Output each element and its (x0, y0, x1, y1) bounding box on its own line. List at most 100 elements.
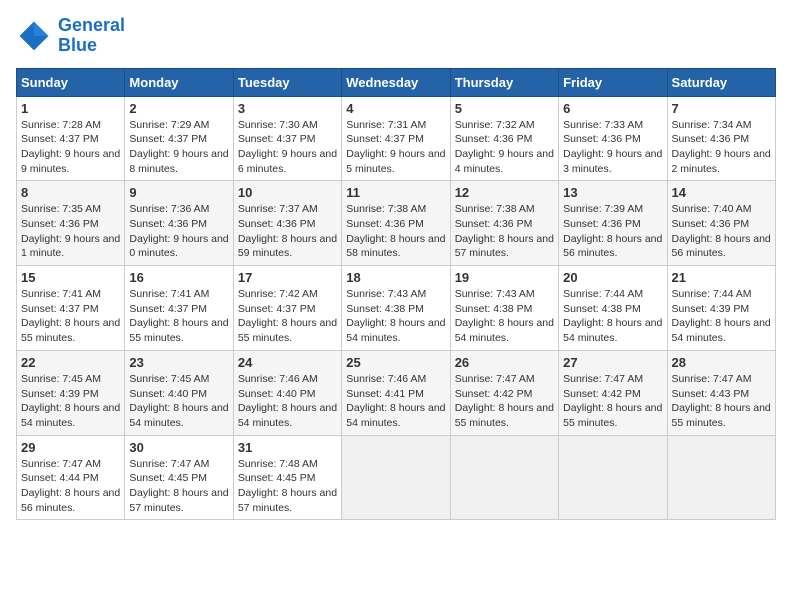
day-info: Sunrise: 7:47 AM Sunset: 4:42 PM Dayligh… (455, 372, 554, 431)
day-info: Sunrise: 7:47 AM Sunset: 4:45 PM Dayligh… (129, 457, 228, 516)
calendar-day-cell: 28Sunrise: 7:47 AM Sunset: 4:43 PM Dayli… (667, 350, 775, 435)
weekday-header: Saturday (667, 68, 775, 96)
calendar-day-cell: 12 Sunrise: 7:38 AM Sunset: 4:36 PM Dayli… (450, 181, 558, 266)
day-number: 7 (672, 101, 771, 116)
calendar-day-cell: 27 Sunrise: 7:47 AM Sunset: 4:42 PM Dayli… (559, 350, 667, 435)
day-number: 15 (21, 270, 120, 285)
day-info: Sunrise: 7:35 AM Sunset: 4:36 PM Dayligh… (21, 202, 120, 261)
day-info: Sunrise: 7:47 AM Sunset: 4:44 PM Dayligh… (21, 457, 120, 516)
calendar-day-cell: 14 Sunrise: 7:40 AM Sunset: 4:36 PM Dayli… (667, 181, 775, 266)
calendar-day-cell: 15 Sunrise: 7:41 AM Sunset: 4:37 PM Dayli… (17, 266, 125, 351)
weekday-header: Monday (125, 68, 233, 96)
calendar-week-row: 1Sunrise: 7:28 AM Sunset: 4:37 PM Daylig… (17, 96, 776, 181)
logo-text: General Blue (58, 16, 125, 56)
day-info: Sunrise: 7:43 AM Sunset: 4:38 PM Dayligh… (455, 287, 554, 346)
day-number: 24 (238, 355, 337, 370)
day-number: 18 (346, 270, 445, 285)
day-info: Sunrise: 7:44 AM Sunset: 4:38 PM Dayligh… (563, 287, 662, 346)
day-number: 22 (21, 355, 120, 370)
day-number: 10 (238, 185, 337, 200)
calendar-day-cell: 19 Sunrise: 7:43 AM Sunset: 4:38 PM Dayli… (450, 266, 558, 351)
day-number: 16 (129, 270, 228, 285)
calendar-day-cell: 21 Sunrise: 7:44 AM Sunset: 4:39 PM Dayli… (667, 266, 775, 351)
day-info: Sunrise: 7:31 AM Sunset: 4:37 PM Dayligh… (346, 118, 445, 177)
calendar-day-cell: 8 Sunrise: 7:35 AM Sunset: 4:36 PM Daylig… (17, 181, 125, 266)
calendar-day-cell: 9 Sunrise: 7:36 AM Sunset: 4:36 PM Daylig… (125, 181, 233, 266)
calendar-day-cell: 30 Sunrise: 7:47 AM Sunset: 4:45 PM Dayli… (125, 435, 233, 520)
weekday-header: Friday (559, 68, 667, 96)
day-number: 6 (563, 101, 662, 116)
day-number: 31 (238, 440, 337, 455)
day-number: 13 (563, 185, 662, 200)
day-number: 17 (238, 270, 337, 285)
day-info: Sunrise: 7:40 AM Sunset: 4:36 PM Dayligh… (672, 202, 771, 261)
calendar-day-cell: 26 Sunrise: 7:47 AM Sunset: 4:42 PM Dayli… (450, 350, 558, 435)
calendar-day-cell: 13 Sunrise: 7:39 AM Sunset: 4:36 PM Dayli… (559, 181, 667, 266)
day-number: 8 (21, 185, 120, 200)
day-info: Sunrise: 7:43 AM Sunset: 4:38 PM Dayligh… (346, 287, 445, 346)
day-number: 4 (346, 101, 445, 116)
day-number: 11 (346, 185, 445, 200)
calendar-day-cell: 7 Sunrise: 7:34 AM Sunset: 4:36 PM Daylig… (667, 96, 775, 181)
calendar-day-cell: 5 Sunrise: 7:32 AM Sunset: 4:36 PM Daylig… (450, 96, 558, 181)
page-header: General Blue (16, 16, 776, 56)
day-info: Sunrise: 7:38 AM Sunset: 4:36 PM Dayligh… (455, 202, 554, 261)
calendar-day-cell: 25 Sunrise: 7:46 AM Sunset: 4:41 PM Dayli… (342, 350, 450, 435)
calendar-week-row: 29 Sunrise: 7:47 AM Sunset: 4:44 PM Dayli… (17, 435, 776, 520)
day-info: Sunrise: 7:46 AM Sunset: 4:41 PM Dayligh… (346, 372, 445, 431)
day-number: 2 (129, 101, 228, 116)
day-number: 25 (346, 355, 445, 370)
day-info: Sunrise: 7:29 AM Sunset: 4:37 PM Dayligh… (129, 118, 228, 177)
day-number: 20 (563, 270, 662, 285)
logo-icon (16, 18, 52, 54)
day-number: 21 (672, 270, 771, 285)
calendar-day-cell: 6 Sunrise: 7:33 AM Sunset: 4:36 PM Daylig… (559, 96, 667, 181)
day-number: 19 (455, 270, 554, 285)
day-info: Sunrise: 7:37 AM Sunset: 4:36 PM Dayligh… (238, 202, 337, 261)
day-info: Sunrise: 7:30 AM Sunset: 4:37 PM Dayligh… (238, 118, 337, 177)
day-number: 26 (455, 355, 554, 370)
day-number: 5 (455, 101, 554, 116)
calendar-day-cell: 16 Sunrise: 7:41 AM Sunset: 4:37 PM Dayli… (125, 266, 233, 351)
calendar-week-row: 8 Sunrise: 7:35 AM Sunset: 4:36 PM Daylig… (17, 181, 776, 266)
day-info: Sunrise: 7:47 AM Sunset: 4:42 PM Dayligh… (563, 372, 662, 431)
weekday-header: Tuesday (233, 68, 341, 96)
day-number: 3 (238, 101, 337, 116)
weekday-header: Thursday (450, 68, 558, 96)
calendar-day-cell: 1Sunrise: 7:28 AM Sunset: 4:37 PM Daylig… (17, 96, 125, 181)
day-info: Sunrise: 7:46 AM Sunset: 4:40 PM Dayligh… (238, 372, 337, 431)
day-info: Sunrise: 7:33 AM Sunset: 4:36 PM Dayligh… (563, 118, 662, 177)
calendar-day-cell (450, 435, 558, 520)
calendar-week-row: 15 Sunrise: 7:41 AM Sunset: 4:37 PM Dayli… (17, 266, 776, 351)
day-info: Sunrise: 7:39 AM Sunset: 4:36 PM Dayligh… (563, 202, 662, 261)
day-number: 12 (455, 185, 554, 200)
calendar-day-cell: 4 Sunrise: 7:31 AM Sunset: 4:37 PM Daylig… (342, 96, 450, 181)
day-info: Sunrise: 7:44 AM Sunset: 4:39 PM Dayligh… (672, 287, 771, 346)
weekday-header: Wednesday (342, 68, 450, 96)
day-info: Sunrise: 7:41 AM Sunset: 4:37 PM Dayligh… (129, 287, 228, 346)
day-info: Sunrise: 7:32 AM Sunset: 4:36 PM Dayligh… (455, 118, 554, 177)
day-number: 1 (21, 101, 120, 116)
weekday-header: Sunday (17, 68, 125, 96)
day-info: Sunrise: 7:45 AM Sunset: 4:40 PM Dayligh… (129, 372, 228, 431)
day-number: 30 (129, 440, 228, 455)
calendar-day-cell: 31Sunrise: 7:48 AM Sunset: 4:45 PM Dayli… (233, 435, 341, 520)
day-number: 29 (21, 440, 120, 455)
day-number: 9 (129, 185, 228, 200)
day-info: Sunrise: 7:34 AM Sunset: 4:36 PM Dayligh… (672, 118, 771, 177)
day-number: 28 (672, 355, 771, 370)
calendar-header: SundayMondayTuesdayWednesdayThursdayFrid… (17, 68, 776, 96)
day-info: Sunrise: 7:36 AM Sunset: 4:36 PM Dayligh… (129, 202, 228, 261)
calendar-day-cell: 17Sunrise: 7:42 AM Sunset: 4:37 PM Dayli… (233, 266, 341, 351)
logo: General Blue (16, 16, 125, 56)
calendar-day-cell: 24 Sunrise: 7:46 AM Sunset: 4:40 PM Dayli… (233, 350, 341, 435)
calendar-day-cell (342, 435, 450, 520)
calendar-day-cell: 18 Sunrise: 7:43 AM Sunset: 4:38 PM Dayli… (342, 266, 450, 351)
day-info: Sunrise: 7:41 AM Sunset: 4:37 PM Dayligh… (21, 287, 120, 346)
day-number: 14 (672, 185, 771, 200)
calendar-day-cell: 23Sunrise: 7:45 AM Sunset: 4:40 PM Dayli… (125, 350, 233, 435)
day-number: 27 (563, 355, 662, 370)
calendar-day-cell: 11Sunrise: 7:38 AM Sunset: 4:36 PM Dayli… (342, 181, 450, 266)
day-info: Sunrise: 7:45 AM Sunset: 4:39 PM Dayligh… (21, 372, 120, 431)
calendar-day-cell (667, 435, 775, 520)
